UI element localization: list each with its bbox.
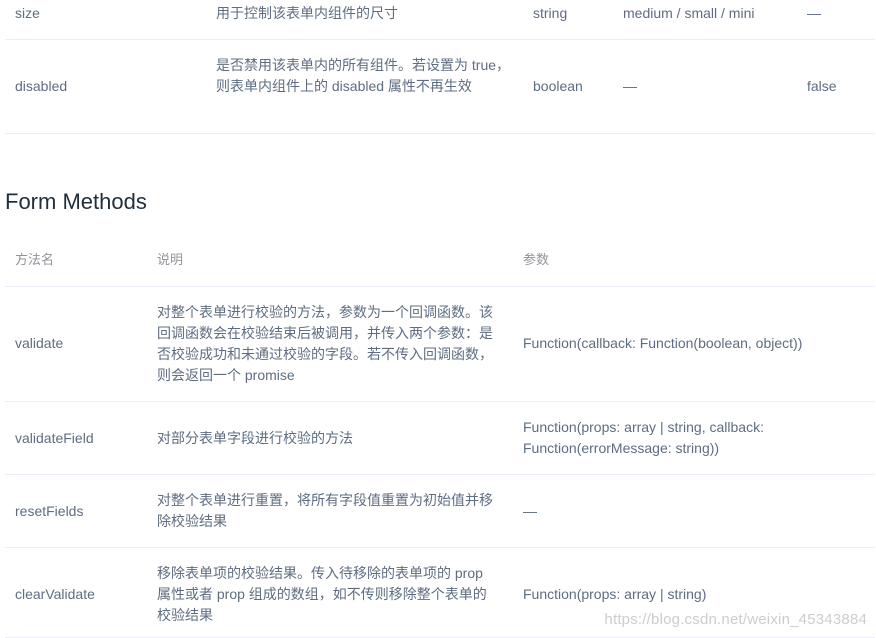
method-description: 对部分表单字段进行校验的方法 — [157, 430, 353, 446]
attribute-default: false — [807, 78, 837, 94]
table-row: validateField 对部分表单字段进行校验的方法 Function(pr… — [5, 402, 875, 475]
method-args: Function(props: array | string) — [523, 586, 707, 602]
methods-table: 方法名 说明 参数 validate 对整个表单进行校验的方法，参数为一个回调函… — [5, 238, 875, 638]
table-row: validate 对整个表单进行校验的方法，参数为一个回调函数。该回调函数会在校… — [5, 287, 875, 402]
attribute-name: size — [15, 5, 40, 21]
attribute-type: string — [533, 5, 568, 21]
header-args: 参数 — [523, 252, 550, 267]
table-header-row: 方法名 说明 参数 — [5, 238, 875, 287]
method-name: validate — [15, 335, 64, 351]
method-name: resetFields — [15, 503, 84, 519]
watermark: https://blog.csdn.net/weixin_45343884 — [604, 611, 867, 628]
attribute-description: 用于控制该表单内组件的尺寸 — [216, 5, 398, 21]
method-description: 对整个表单进行校验的方法，参数为一个回调函数。该回调函数会在校验结束后被调用，并… — [157, 304, 493, 383]
attribute-description: 是否禁用该表单内的所有组件。若设置为 true，则表单内组件上的 disable… — [216, 57, 511, 94]
method-args: Function(callback: Function(boolean, obj… — [523, 335, 803, 351]
header-description: 说明 — [157, 252, 184, 267]
method-args: Function(props: array | string, callback… — [523, 419, 764, 456]
header-method-name: 方法名 — [15, 252, 55, 267]
table-row: disabled 是否禁用该表单内的所有组件。若设置为 true，则表单内组件上… — [5, 40, 875, 134]
table-row: resetFields 对整个表单进行重置，将所有字段值重置为初始值并移除校验结… — [5, 475, 875, 548]
attributes-table: size 用于控制该表单内组件的尺寸 string medium / small… — [5, 0, 875, 134]
attribute-options: — — [623, 78, 637, 94]
section-title: Form Methods — [5, 189, 147, 214]
attribute-type: boolean — [533, 78, 583, 94]
method-name: validateField — [15, 430, 94, 446]
method-description: 移除表单项的校验结果。传入待移除的表单项的 prop 属性或者 prop 组成的… — [157, 565, 487, 623]
attribute-name: disabled — [15, 78, 68, 94]
table-row: size 用于控制该表单内组件的尺寸 string medium / small… — [5, 0, 875, 40]
attribute-options: medium / small / mini — [623, 5, 755, 21]
method-description: 对整个表单进行重置，将所有字段值重置为初始值并移除校验结果 — [157, 492, 493, 529]
method-args: — — [523, 503, 537, 519]
attribute-default: — — [807, 5, 821, 21]
method-name: clearValidate — [15, 586, 95, 602]
